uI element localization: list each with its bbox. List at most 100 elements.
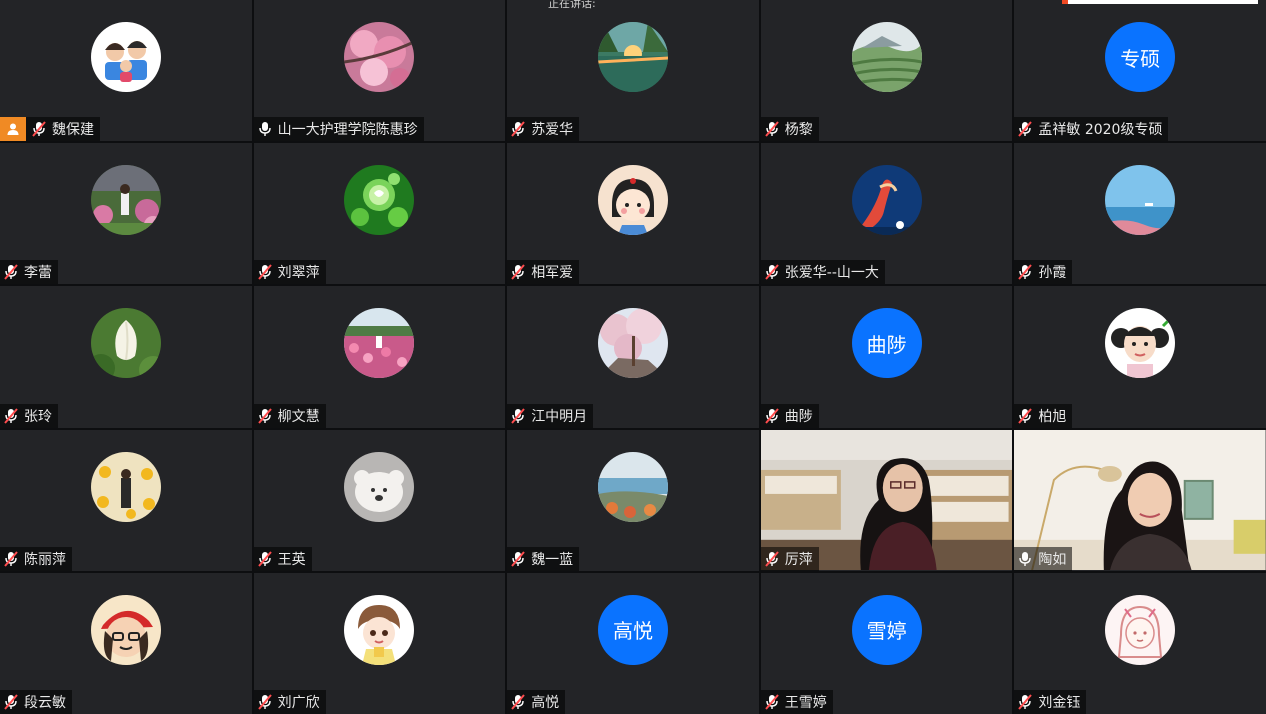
speaking-indicator: 正在讲话: <box>548 0 596 10</box>
avatar <box>90 22 161 92</box>
participant-name: 刘金钰 <box>1038 694 1081 711</box>
microphone-muted-icon[interactable] <box>511 407 525 424</box>
participant-name: 刘翠萍 <box>277 265 320 282</box>
participant-tile[interactable]: 魏保建 <box>0 0 252 142</box>
microphone-muted-icon[interactable] <box>257 264 272 281</box>
avatar: 专硕 <box>1105 22 1176 92</box>
microphone-muted-icon[interactable] <box>4 264 18 281</box>
participant-name: 苏爱华 <box>531 122 574 139</box>
participant-name: 江中明月 <box>531 408 588 425</box>
name-bar: 高悦 <box>507 689 566 714</box>
name-bar: 杨黎 <box>760 117 819 142</box>
microphone-muted-icon[interactable] <box>1018 694 1033 710</box>
participant-tile[interactable]: 张爱华--山一大 <box>760 143 1013 285</box>
microphone-muted-icon[interactable] <box>765 694 779 710</box>
name-bar: 张爱华--山一大 <box>760 260 885 285</box>
microphone-muted-icon[interactable] <box>257 551 272 567</box>
participant-tile[interactable]: 王英 <box>253 429 506 571</box>
speaking-label: 正在讲话: <box>548 0 596 10</box>
microphone-muted-icon[interactable] <box>1018 407 1033 424</box>
participant-tile[interactable]: 雪婷王雪婷 <box>760 572 1013 714</box>
participant-tile[interactable]: 陈丽萍 <box>0 429 252 571</box>
microphone-muted-icon[interactable] <box>1018 121 1033 137</box>
microphone-muted-icon[interactable] <box>4 551 18 567</box>
name-bar: 刘翠萍 <box>253 260 326 285</box>
participant-tile[interactable]: 专硕 孟祥敏 2020级专硕 <box>1014 0 1266 142</box>
participant-name: 山一大护理学院陈惠珍 <box>277 122 418 139</box>
name-bar: 山一大护理学院陈惠珍 <box>253 117 424 142</box>
participant-name: 杨黎 <box>784 122 813 139</box>
avatar <box>597 165 668 236</box>
microphone-icon[interactable] <box>258 121 272 137</box>
avatar <box>597 22 668 92</box>
participant-tile[interactable]: 刘广欣 <box>253 572 506 714</box>
participant-name: 刘广欣 <box>277 694 320 711</box>
name-bar: 陶如 <box>1014 546 1073 571</box>
name-bar: 魏保建 <box>0 117 100 142</box>
participant-tile[interactable]: 孙霞 <box>1014 143 1266 285</box>
avatar <box>344 594 415 665</box>
participant-name: 段云敏 <box>24 694 66 711</box>
name-bar: 王英 <box>253 546 312 571</box>
participant-tile[interactable]: 相军爱 <box>507 143 759 285</box>
avatar <box>851 165 922 236</box>
participant-tile[interactable]: 曲陟 曲陟 <box>760 286 1013 428</box>
participant-name: 魏保建 <box>52 122 94 139</box>
participant-name: 柳文慧 <box>277 408 320 425</box>
avatar <box>90 165 161 236</box>
participant-name: 曲陟 <box>784 408 813 425</box>
microphone-muted-icon[interactable] <box>511 694 525 710</box>
name-bar: 刘金钰 <box>1014 689 1087 714</box>
participant-name: 王雪婷 <box>784 694 827 711</box>
microphone-muted-icon[interactable] <box>257 407 272 424</box>
participant-tile[interactable]: 刘金钰 <box>1014 572 1266 714</box>
participant-name: 相军爱 <box>531 265 574 282</box>
participant-tile[interactable]: 苏爱华 <box>507 0 759 142</box>
name-bar: 魏一蓝 <box>507 546 580 571</box>
participant-name: 魏一蓝 <box>531 551 574 568</box>
participant-tile[interactable]: 张玲 <box>0 286 252 428</box>
microphone-muted-icon[interactable] <box>511 264 525 281</box>
name-bar: 厉萍 <box>760 546 819 571</box>
microphone-muted-icon[interactable] <box>765 121 779 137</box>
participant-tile[interactable]: 柏旭 <box>1014 286 1266 428</box>
avatar <box>597 451 668 522</box>
microphone-muted-icon[interactable] <box>32 121 46 137</box>
microphone-muted-icon[interactable] <box>511 121 525 137</box>
name-bar: 陈丽萍 <box>0 546 72 571</box>
participant-tile[interactable]: 高悦 高悦 <box>507 572 759 714</box>
participant-name: 陶如 <box>1038 551 1067 568</box>
participant-tile[interactable]: 李蕾 <box>0 143 252 285</box>
name-bar: 苏爱华 <box>507 117 580 142</box>
participant-tile[interactable]: 陶如 <box>1014 429 1266 571</box>
participant-tile[interactable]: 杨黎 <box>760 0 1013 142</box>
host-user-icon <box>0 117 26 142</box>
microphone-muted-icon[interactable] <box>1018 264 1033 281</box>
microphone-muted-icon[interactable] <box>765 407 779 424</box>
avatar <box>597 308 668 379</box>
participant-tile[interactable]: 山一大护理学院陈惠珍 <box>253 0 506 142</box>
participant-tile[interactable]: 柳文慧 <box>253 286 506 428</box>
microphone-icon[interactable] <box>1018 551 1032 567</box>
microphone-muted-icon[interactable] <box>257 694 272 710</box>
avatar <box>344 22 415 92</box>
participant-tile[interactable]: 段云敏 <box>0 572 252 714</box>
microphone-muted-icon[interactable] <box>4 694 18 710</box>
microphone-muted-icon[interactable] <box>765 551 779 567</box>
participant-tile[interactable]: 厉萍 <box>760 429 1013 571</box>
name-bar: 相军爱 <box>507 260 580 285</box>
name-bar: 刘广欣 <box>253 689 326 714</box>
microphone-muted-icon[interactable] <box>765 264 779 281</box>
participant-tile[interactable]: 刘翠萍 <box>253 143 506 285</box>
avatar <box>851 22 922 92</box>
avatar <box>344 308 415 379</box>
participant-tile[interactable]: 魏一蓝 <box>507 429 759 571</box>
participant-tile[interactable]: 江中明月 <box>507 286 759 428</box>
avatar <box>1105 165 1176 236</box>
top-right-toolbar <box>1062 0 1258 4</box>
avatar: 雪婷 <box>851 594 922 665</box>
microphone-muted-icon[interactable] <box>4 407 18 424</box>
microphone-muted-icon[interactable] <box>511 551 525 567</box>
avatar <box>90 308 161 379</box>
name-bar: 柏旭 <box>1014 403 1073 428</box>
